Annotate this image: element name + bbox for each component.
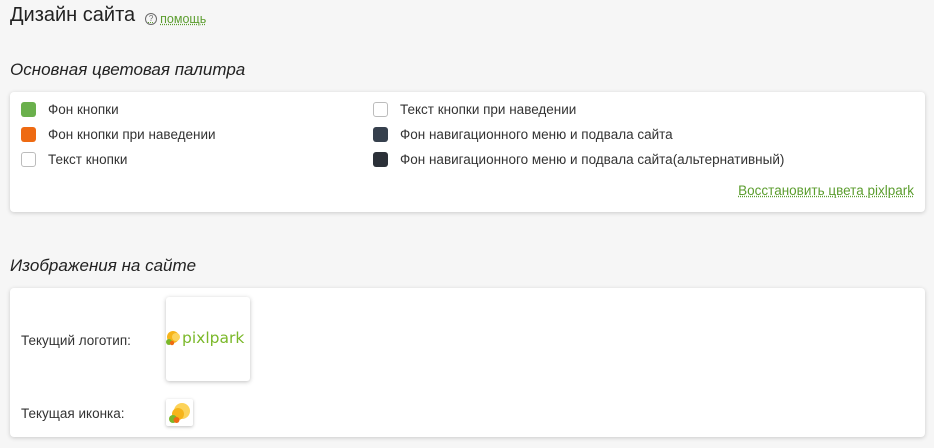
color-swatch[interactable] [373,127,388,142]
color-swatch[interactable] [373,152,388,167]
palette-item-label: Фон навигационного меню и подвала сайта(… [400,152,785,167]
page-title: Дизайн сайта [10,4,136,26]
help-link[interactable]: ? помощь [145,12,206,26]
site-images-card: Текущий логотип: pixlpark Текущая иконка… [10,288,925,437]
palette-item-nav-footer-bg[interactable]: Фон навигационного меню и подвала сайта [373,127,673,142]
color-swatch[interactable] [373,102,388,117]
color-swatch[interactable] [21,127,36,142]
palette-item-button-bg[interactable]: Фон кнопки [21,102,119,117]
palette-item-label: Текст кнопки [48,152,128,167]
palette-item-label: Текст кнопки при наведении [400,102,577,117]
current-logo[interactable]: pixlpark [166,297,250,381]
restore-colors-link[interactable]: Восстановить цвета pixlpark [738,183,914,198]
color-swatch[interactable] [21,102,36,117]
images-section-title: Изображения на сайте [10,256,197,275]
palette-item-button-hover-text[interactable]: Текст кнопки при наведении [373,102,576,117]
pixlpark-logo: pixlpark [166,329,244,347]
color-palette-card: Фон кнопки Фон кнопки при наведении Текс… [10,92,925,212]
help-link-label[interactable]: помощь [160,12,206,26]
palette-section-title: Основная цветовая палитра [10,60,246,79]
current-favicon[interactable] [166,399,193,426]
palette-item-button-hover-bg[interactable]: Фон кнопки при наведении [21,127,216,142]
logo-text: pixlpark [182,329,244,347]
palette-item-label: Фон кнопки [48,102,119,117]
page-header: Дизайн сайта ? помощь [10,4,206,27]
pixlpark-favicon-icon [168,402,190,423]
palette-item-nav-footer-bg-alt[interactable]: Фон навигационного меню и подвала сайта(… [373,152,784,167]
palette-item-button-text[interactable]: Текст кнопки [21,152,127,167]
palette-item-label: Фон навигационного меню и подвала сайта [400,127,673,142]
current-logo-label: Текущий логотип: [21,333,131,348]
color-swatch[interactable] [21,152,36,167]
current-icon-label: Текущая иконка: [21,406,125,421]
palette-item-label: Фон кнопки при наведении [48,127,216,142]
question-circle-icon: ? [145,13,158,25]
